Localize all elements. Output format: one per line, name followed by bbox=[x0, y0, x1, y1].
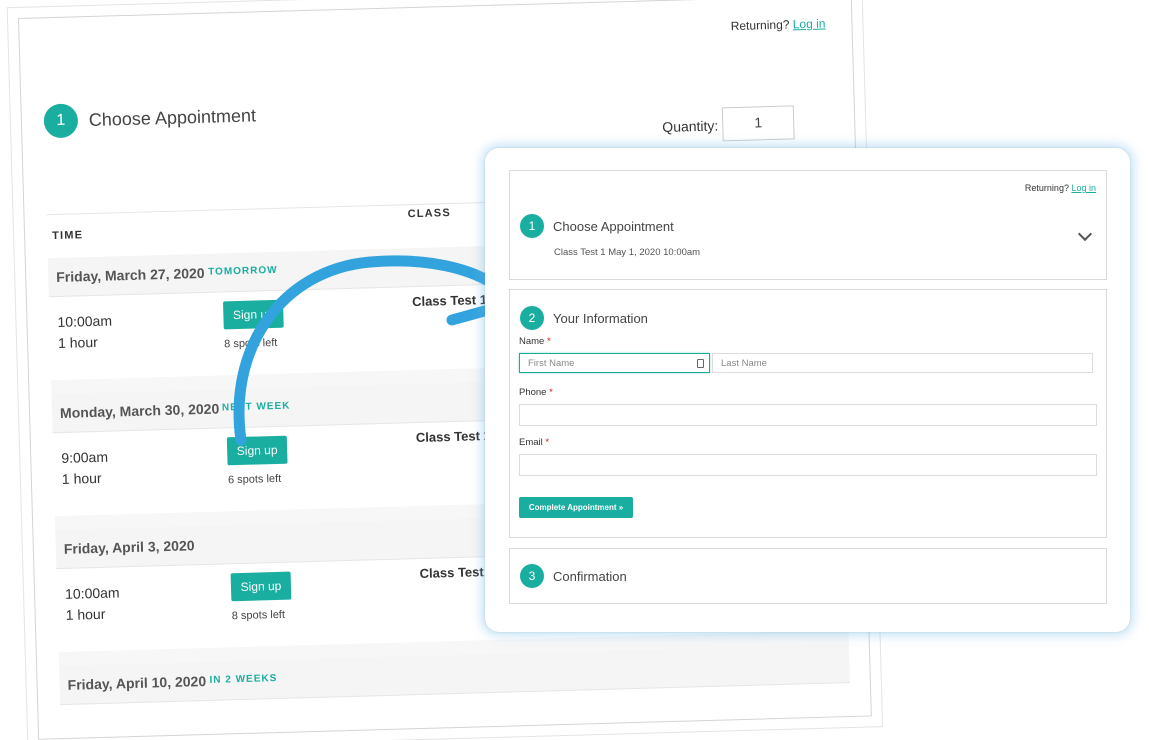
returning-text: Returning? bbox=[1024, 183, 1069, 193]
step-title: Your Information bbox=[553, 310, 648, 326]
email-field[interactable] bbox=[519, 454, 1097, 476]
appointment-summary: Class Test 1 May 1, 2020 10:00am bbox=[554, 247, 701, 258]
email-label-text: Email bbox=[519, 437, 543, 448]
class-name: Class Test 1 bbox=[419, 563, 495, 581]
day-tag: NEXT WEEK bbox=[221, 400, 291, 414]
first-name-field[interactable]: First Name bbox=[519, 353, 710, 373]
slot-time: 10:00am 1 hour bbox=[65, 582, 121, 626]
day-date: Friday, April 3, 2020 bbox=[63, 537, 195, 557]
spots-left: 8 spots left bbox=[231, 608, 286, 623]
step-confirmation: 3 Confirmation bbox=[520, 564, 627, 588]
quantity-input[interactable]: 1 bbox=[721, 105, 795, 142]
sign-up-button[interactable]: Sign up bbox=[230, 571, 292, 602]
returning-login: Returning? Log in bbox=[1025, 183, 1096, 193]
day-tag: TOMORROW bbox=[208, 264, 278, 278]
slot-duration: 1 hour bbox=[65, 605, 106, 623]
step-2-panel: 2 Your Information Name * First Name Las… bbox=[509, 289, 1107, 538]
required-mark: * bbox=[545, 437, 550, 448]
step-title: Confirmation bbox=[553, 568, 627, 584]
step-choose-appointment: 1 Choose Appointment bbox=[43, 98, 257, 139]
slot-time: 9:00am 1 hour bbox=[61, 447, 109, 490]
step-title: Choose Appointment bbox=[553, 218, 674, 234]
quantity-label: Quantity: bbox=[662, 117, 719, 136]
slot-time: 10:00am 1 hour bbox=[57, 310, 113, 354]
phone-label-text: Phone bbox=[519, 387, 547, 398]
column-header-time: TIME bbox=[51, 229, 84, 243]
required-mark: * bbox=[546, 336, 551, 347]
complete-appointment-button[interactable]: Complete Appointment » bbox=[519, 497, 633, 518]
column-header-class: CLASS bbox=[407, 206, 452, 221]
day-date: Friday, April 10, 2020 bbox=[67, 673, 207, 693]
name-label-text: Name bbox=[519, 336, 545, 347]
last-name-field[interactable]: Last Name bbox=[712, 353, 1093, 373]
day-date: Friday, March 27, 2020 bbox=[56, 264, 205, 286]
name-label: Name * bbox=[519, 336, 551, 347]
slot-duration: 1 hour bbox=[61, 469, 102, 487]
step-your-information: 2 Your Information bbox=[520, 306, 648, 330]
booking-form-card: Returning? Log in 1 Choose Appointment C… bbox=[485, 148, 1130, 632]
returning-text: Returning? bbox=[730, 17, 790, 34]
step-1-panel[interactable]: Returning? Log in 1 Choose Appointment C… bbox=[509, 170, 1107, 280]
returning-login: Returning? Log in bbox=[731, 16, 826, 33]
day-tag: IN 2 WEEKS bbox=[209, 673, 278, 686]
email-label: Email * bbox=[519, 437, 549, 448]
step-choose-appointment: 1 Choose Appointment bbox=[520, 214, 674, 238]
slot-start-time: 9:00am bbox=[61, 448, 109, 466]
step-title: Choose Appointment bbox=[88, 104, 257, 130]
step-number-badge: 2 bbox=[520, 306, 544, 330]
phone-label: Phone * bbox=[519, 387, 553, 398]
last-name-placeholder: Last Name bbox=[721, 358, 767, 369]
class-name: Class Test 1 bbox=[411, 292, 488, 310]
slot-duration: 1 hour bbox=[57, 333, 99, 352]
login-link[interactable]: Log in bbox=[793, 16, 826, 31]
class-name: Class Test 1 bbox=[415, 427, 491, 446]
sign-up-button[interactable]: Sign up bbox=[226, 435, 288, 466]
step-number-badge: 1 bbox=[43, 103, 79, 139]
first-name-placeholder: First Name bbox=[528, 358, 575, 369]
step-number-badge: 1 bbox=[520, 214, 544, 238]
step-number-badge: 3 bbox=[520, 564, 544, 588]
contact-card-icon[interactable] bbox=[697, 359, 704, 368]
slot-start-time: 10:00am bbox=[64, 584, 120, 602]
day-date: Monday, March 30, 2020 bbox=[59, 400, 220, 421]
spots-left: 8 spots left bbox=[224, 336, 278, 351]
required-mark: * bbox=[549, 387, 553, 398]
step-3-panel: 3 Confirmation bbox=[509, 548, 1107, 604]
slot-start-time: 10:00am bbox=[57, 312, 113, 331]
phone-field[interactable] bbox=[519, 404, 1097, 426]
login-link[interactable]: Log in bbox=[1071, 183, 1096, 193]
sign-up-button[interactable]: Sign up bbox=[222, 299, 284, 330]
spots-left: 6 spots left bbox=[227, 472, 282, 487]
chevron-down-icon[interactable] bbox=[1077, 226, 1093, 242]
